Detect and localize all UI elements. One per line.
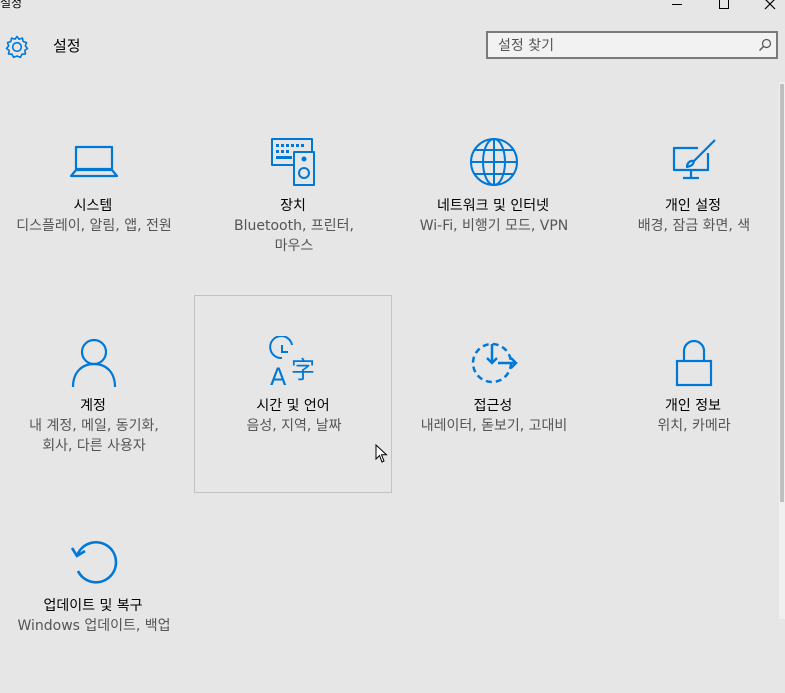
maximize-button[interactable] — [704, 0, 744, 14]
tile-description: 배경, 잠금 화면, 색 — [637, 218, 751, 234]
tile-devices[interactable]: 장치 Bluetooth, 프린터, 마우스 — [194, 95, 392, 293]
search-input[interactable] — [496, 36, 750, 56]
tile-update-security[interactable]: 업데이트 및 복구 Windows 업데이트, 백업 — [0, 495, 192, 693]
tile-time-language[interactable]: A 字 시간 및 언어 음성, 지역, 날짜 — [194, 295, 392, 493]
tile-description: Bluetooth, 프린터, 마우스 — [234, 218, 354, 254]
tile-description: 디스플레이, 알림, 앱, 전원 — [16, 218, 172, 234]
tile-privacy[interactable]: 개인 정보 위치, 카메라 — [594, 295, 785, 493]
page-title: 설정 — [53, 37, 81, 55]
tile-personalization[interactable]: 개인 설정 배경, 잠금 화면, 색 — [594, 95, 785, 293]
close-icon — [764, 0, 776, 10]
ease-of-access-icon — [471, 342, 518, 384]
lock-icon — [675, 339, 713, 387]
globe-icon — [470, 138, 518, 186]
devices-icon — [271, 138, 315, 186]
tile-title: 개인 설정 — [665, 198, 721, 214]
tile-title: 네트워크 및 인터넷 — [437, 198, 549, 214]
minimize-icon — [672, 4, 682, 5]
tile-description: Windows 업데이트, 백업 — [17, 618, 171, 634]
tile-title: 계정 — [80, 398, 106, 414]
close-button[interactable] — [750, 0, 785, 14]
tile-network[interactable]: 네트워크 및 인터넷 Wi-Fi, 비행기 모드, VPN — [394, 95, 592, 293]
tile-description: 내 계정, 메일, 동기화, 회사, 다른 사용자 — [29, 418, 159, 454]
title-bar: 설정 — [0, 0, 785, 14]
tile-accounts[interactable]: 계정 내 계정, 메일, 동기화, 회사, 다른 사용자 — [0, 295, 192, 493]
tile-title: 시스템 — [73, 198, 113, 214]
mouse-cursor-icon — [375, 444, 388, 463]
tile-title: 시간 및 언어 — [256, 398, 330, 414]
laptop-icon — [69, 145, 119, 178]
svg-text:字: 字 — [291, 356, 315, 384]
person-icon — [71, 338, 117, 388]
maximize-icon — [719, 0, 729, 9]
tile-title: 장치 — [280, 198, 306, 214]
tile-ease-of-access[interactable]: 접근성 내레이터, 돋보기, 고대비 — [394, 295, 592, 493]
tile-title: 개인 정보 — [665, 398, 721, 414]
update-icon — [70, 540, 118, 584]
minimize-button[interactable] — [657, 0, 697, 14]
time-language-icon: A 字 — [269, 336, 315, 388]
tile-system[interactable]: 시스템 디스플레이, 알림, 앱, 전원 — [0, 95, 192, 293]
tile-description: 내레이터, 돋보기, 고대비 — [420, 418, 568, 434]
header: 설정 — [0, 30, 785, 64]
tile-description: Wi-Fi, 비행기 모드, VPN — [419, 218, 569, 234]
search-box[interactable] — [486, 31, 778, 59]
personalization-icon — [672, 139, 716, 180]
tile-title: 접근성 — [473, 398, 513, 414]
svg-text:A: A — [270, 363, 287, 388]
window-title: 설정 — [0, 0, 23, 10]
gear-icon — [5, 35, 29, 59]
tile-description: 음성, 지역, 날짜 — [246, 418, 342, 434]
tile-title: 업데이트 및 복구 — [43, 598, 143, 614]
search-icon[interactable] — [758, 38, 772, 52]
tile-description: 위치, 카메라 — [657, 418, 731, 434]
